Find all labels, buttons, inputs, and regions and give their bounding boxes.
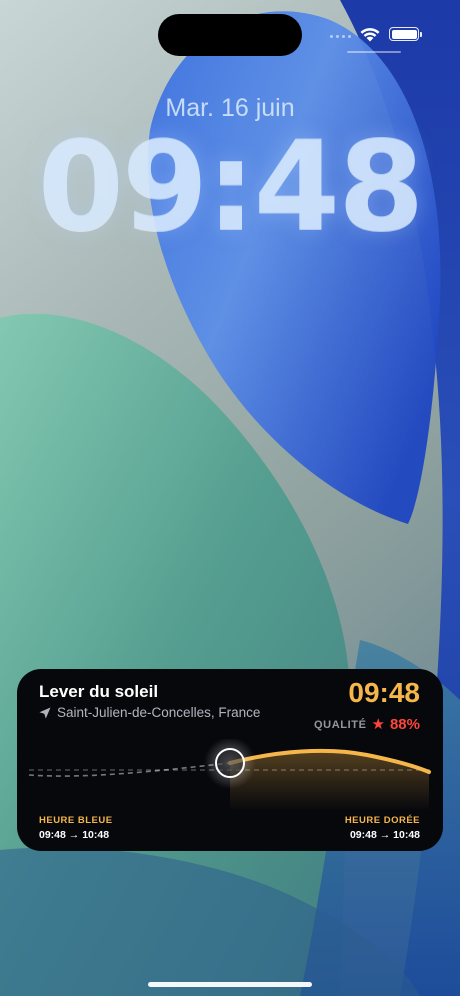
- status-underline: [347, 51, 401, 53]
- quality-label: QUALITÉ: [314, 718, 367, 731]
- widget-sunrise-time: 09:48: [348, 677, 420, 708]
- blue-hour-range: 09:48 → 10:48: [39, 829, 110, 841]
- quality-value: 88%: [389, 716, 420, 733]
- widget-quality: QUALITÉ ★ 88%: [314, 716, 420, 733]
- home-indicator[interactable]: [148, 982, 312, 987]
- sunrise-widget[interactable]: Lever du soleil Saint-Julien-de-Concelle…: [17, 669, 443, 851]
- wifi-icon: [360, 28, 380, 42]
- battery-icon: [389, 27, 422, 41]
- widget-location: Saint-Julien-de-Concelles, France: [39, 705, 260, 720]
- golden-hour-range: 09:48 → 10:48: [349, 829, 420, 841]
- sun-marker: [215, 748, 245, 778]
- location-arrow-icon: [39, 707, 51, 718]
- dynamic-island: [158, 14, 302, 56]
- lock-screen-clock: 09:48: [37, 115, 425, 259]
- cellular-signal-icon: [330, 35, 351, 38]
- sun-path-curve: [28, 739, 431, 811]
- blue-hour-label: HEURE BLEUE: [39, 815, 113, 826]
- golden-glow: [230, 750, 429, 811]
- widget-location-text: Saint-Julien-de-Concelles, France: [57, 705, 261, 720]
- golden-hour-label: HEURE DORÉE: [344, 815, 420, 826]
- star-icon: ★: [371, 716, 385, 733]
- widget-title: Lever du soleil: [39, 682, 159, 701]
